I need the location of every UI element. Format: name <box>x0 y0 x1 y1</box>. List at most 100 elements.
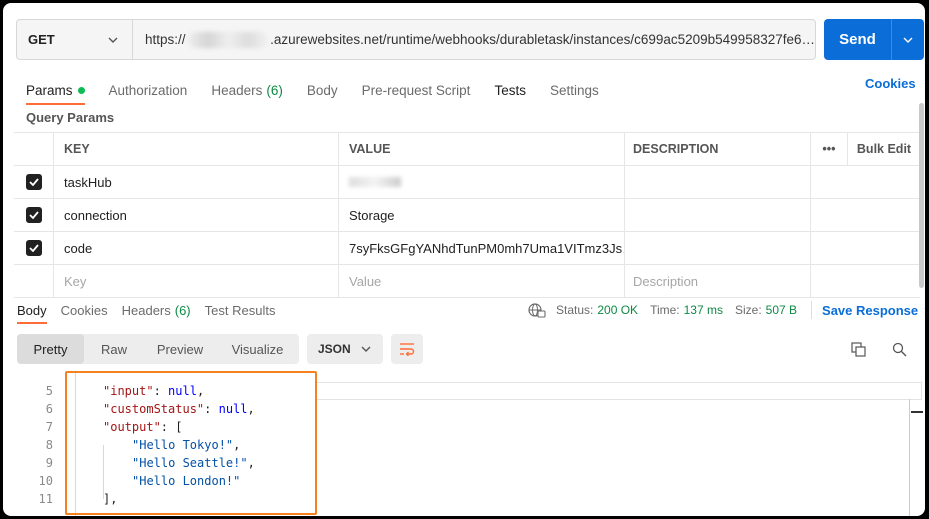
tab-headers-label: Headers <box>211 82 263 98</box>
row-spacer-end <box>848 199 920 231</box>
code-line: 11 ], <box>3 490 118 508</box>
param-value[interactable] <box>339 166 625 198</box>
more-options-button[interactable]: ••• <box>811 133 848 165</box>
tab-response-headers-count: (6) <box>174 303 191 318</box>
status-value[interactable]: 200 OK <box>597 303 638 317</box>
row-check-cell <box>14 166 54 198</box>
globe-lock-icon[interactable] <box>528 302 546 318</box>
table-row: taskHub <box>14 166 920 199</box>
view-mode-segmented: Pretty Raw Preview Visualize <box>17 334 299 364</box>
new-description-input[interactable]: Description <box>625 265 811 297</box>
row-spacer <box>811 166 848 198</box>
table-row-new: Key Value Description <box>14 265 920 298</box>
checkmark-icon <box>28 178 39 186</box>
tab-settings[interactable]: Settings <box>550 75 599 105</box>
chevron-down-icon <box>108 37 118 43</box>
send-options-button[interactable] <box>892 19 924 60</box>
redacted-value <box>349 177 401 187</box>
chevron-down-icon <box>361 346 371 352</box>
param-key[interactable]: connection <box>54 199 339 231</box>
line-number: 6 <box>45 402 53 416</box>
param-description[interactable] <box>625 232 811 264</box>
tab-response-cookies[interactable]: Cookies <box>61 297 108 324</box>
url-input[interactable]: https:// .azurewebsites.net/runtime/webh… <box>133 20 815 59</box>
new-value-input[interactable]: Value <box>339 265 625 297</box>
divider <box>811 301 813 319</box>
query-params-title: Query Params <box>26 110 115 125</box>
table-row: connection Storage <box>14 199 920 232</box>
row-check-cell <box>14 265 54 297</box>
table-row: code 7syFksGFgYANhdTunPM0mh7Uma1VITmz3Js… <box>14 232 920 265</box>
column-value: VALUE <box>339 133 625 165</box>
query-params-table: KEY VALUE DESCRIPTION ••• Bulk Edit task… <box>14 132 920 298</box>
view-visualize-button[interactable]: Visualize <box>216 334 299 364</box>
row-spacer-end <box>848 265 920 297</box>
param-description[interactable] <box>625 166 811 198</box>
tab-params[interactable]: Params <box>26 75 85 105</box>
time-label: Time: <box>650 303 680 317</box>
code-scrollbar[interactable] <box>909 399 910 516</box>
tab-tests[interactable]: Tests <box>494 75 526 105</box>
chevron-down-icon <box>924 308 925 309</box>
code-line: 5 "input": null, <box>3 382 204 400</box>
column-description: DESCRIPTION <box>625 133 811 165</box>
row-spacer <box>811 199 848 231</box>
tab-test-results[interactable]: Test Results <box>205 297 276 324</box>
tab-headers[interactable]: Headers (6) <box>211 75 283 105</box>
code-line: 6 "customStatus": null, <box>3 400 255 418</box>
param-checkbox[interactable] <box>25 207 42 223</box>
format-label: JSON <box>318 342 351 356</box>
header-check-cell <box>14 133 54 165</box>
chevron-down-icon <box>903 37 913 43</box>
table-header-row: KEY VALUE DESCRIPTION ••• Bulk Edit <box>14 133 920 166</box>
url-rest: .azurewebsites.net/runtime/webhooks/dura… <box>270 32 815 47</box>
size-label: Size: <box>734 303 762 317</box>
copy-button[interactable] <box>849 340 867 358</box>
row-spacer <box>811 232 848 264</box>
view-raw-button[interactable]: Raw <box>84 334 144 364</box>
request-bar: GET https:// .azurewebsites.net/runtime/… <box>16 19 816 60</box>
param-checkbox[interactable] <box>25 240 42 256</box>
redacted-host <box>187 31 269 48</box>
scroll-position-marker <box>911 411 923 413</box>
line-number: 8 <box>45 438 53 452</box>
size-value[interactable]: 507 B <box>766 303 797 317</box>
format-select[interactable]: JSON <box>307 334 383 364</box>
tab-headers-count: (6) <box>266 82 283 98</box>
line-number: 5 <box>45 384 53 398</box>
time-value[interactable]: 137 ms <box>684 303 723 317</box>
tab-response-body[interactable]: Body <box>17 297 47 324</box>
cookies-link[interactable]: Cookies <box>865 76 916 91</box>
bulk-edit-button[interactable]: Bulk Edit <box>848 133 920 165</box>
request-tabs: Params Authorization Headers (6) Body Pr… <box>26 75 623 105</box>
code-line: 7 "output": [ <box>3 418 183 436</box>
param-value[interactable]: Storage <box>339 199 625 231</box>
tab-response-headers[interactable]: Headers (6) <box>122 297 191 324</box>
new-key-input[interactable]: Key <box>54 265 339 297</box>
row-check-cell <box>14 199 54 231</box>
vertical-scrollbar[interactable] <box>919 103 924 288</box>
row-spacer-end <box>848 232 920 264</box>
param-value[interactable]: 7syFksGFgYANhdTunPM0mh7Uma1VITmz3Js… <box>339 232 625 264</box>
annotation-highlight-box <box>65 371 317 515</box>
view-pretty-button[interactable]: Pretty <box>17 334 84 364</box>
save-response-label: Save Response <box>822 302 919 318</box>
param-description[interactable] <box>625 199 811 231</box>
tab-params-label: Params <box>26 82 73 98</box>
params-active-dot <box>77 86 85 94</box>
param-checkbox[interactable] <box>25 174 42 190</box>
param-key[interactable]: code <box>54 232 339 264</box>
method-select[interactable]: GET <box>17 20 133 59</box>
send-button-group: Send <box>824 19 924 60</box>
save-response-button[interactable]: Save Response <box>822 303 925 318</box>
search-button[interactable] <box>890 340 908 358</box>
tab-body[interactable]: Body <box>307 75 338 105</box>
view-preview-button[interactable]: Preview <box>144 334 216 364</box>
tab-authorization[interactable]: Authorization <box>109 75 188 105</box>
param-key[interactable]: taskHub <box>54 166 339 198</box>
wrap-lines-button[interactable] <box>391 334 423 364</box>
send-button[interactable]: Send <box>824 19 892 60</box>
response-tabs: Body Cookies Headers (6) Test Results <box>17 297 289 324</box>
tab-prerequest-script[interactable]: Pre-request Script <box>362 75 471 105</box>
tab-response-headers-label: Headers <box>121 303 171 318</box>
